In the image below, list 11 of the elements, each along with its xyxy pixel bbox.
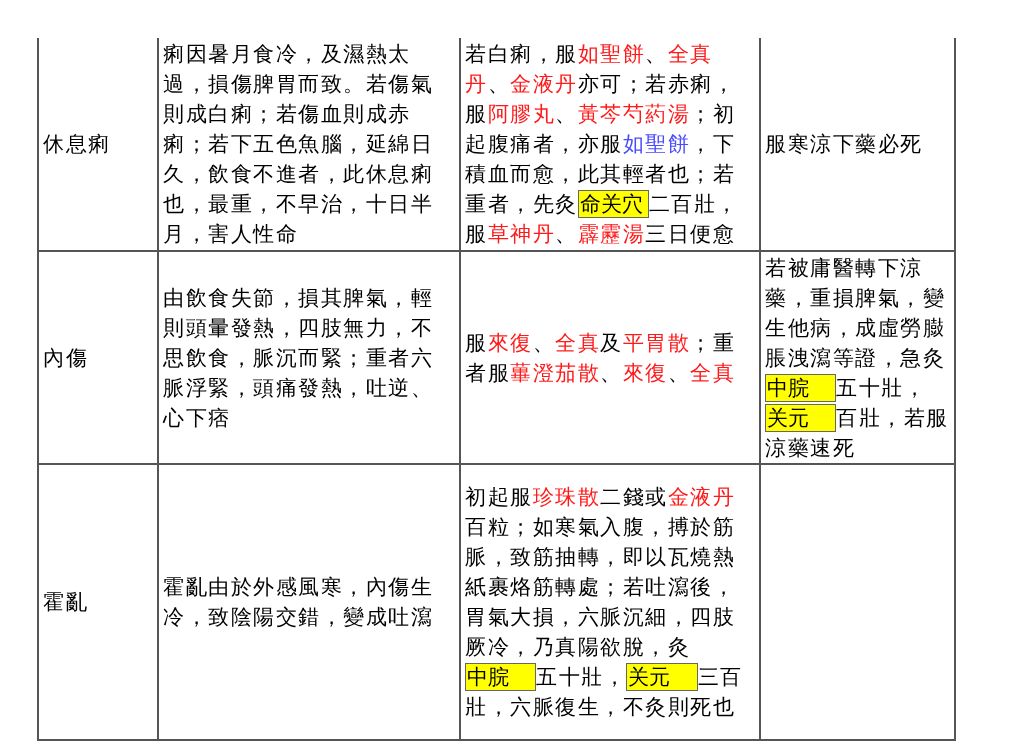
cell-text: 霍亂 [43,589,89,616]
cell-text: 若白痢，服如聖餅、全真丹、金液丹亦可；若赤痢，服阿膠丸、黃芩芍葯湯；初起腹痛者，亦服如聖餅，下積血而愈，此其輕者也；若重者，先灸 命关穴 二百壯，服草神丹、霹靂湯三日便愈 [465,41,740,248]
cell-text: 霍亂由於外感風寒，內傷生冷，致陰陽交錯，變成吐瀉 [163,574,434,631]
cell-text: 休息痢 [43,131,112,158]
cell-text: 痢因暑月食冷，及濕熱太過，損傷脾胃而致。若傷氣則成白痢；若傷血則成赤痢；若下五色魚腦，延綿日久，飲食不進者，此休息痢也，最重，不早治，十日半月，害人性命 [163,41,434,248]
cell-text: 若被庸醫轉下涼藥，重損脾氣，變生他病，成虛勞臌脹洩瀉等證，急灸 中脘 五十壯， 关元 百壯，若服涼藥速死 [765,254,950,462]
cell-text: 服寒涼下藥必死 [765,131,924,158]
cell-text: 內傷 [43,344,89,372]
cell-text: 初起服珍珠散二錢或金液丹 百粒；如寒氣入腹，搏於筋脈，致筋抽轉，即以瓦燒熱紙裹烙筋轉處；若吐瀉後，胃氣大損，六脈沉細，四肢厥冷，乃真陽欲脫，灸 中脘 五十壯，关元 三百壯，六脈復生，不灸則死也 [465,484,744,721]
cell-text: 由飲食失節，損其脾氣，輕則頭暈發熱，四肢無力，不思飲食，脈沉而緊；重者六脈浮緊，頭痛發熱，吐逆、心下痞 [163,284,434,432]
cell-text: 服來復、全真及平胃散；重者服蓽澄茄散、來復、全真 [465,329,736,387]
